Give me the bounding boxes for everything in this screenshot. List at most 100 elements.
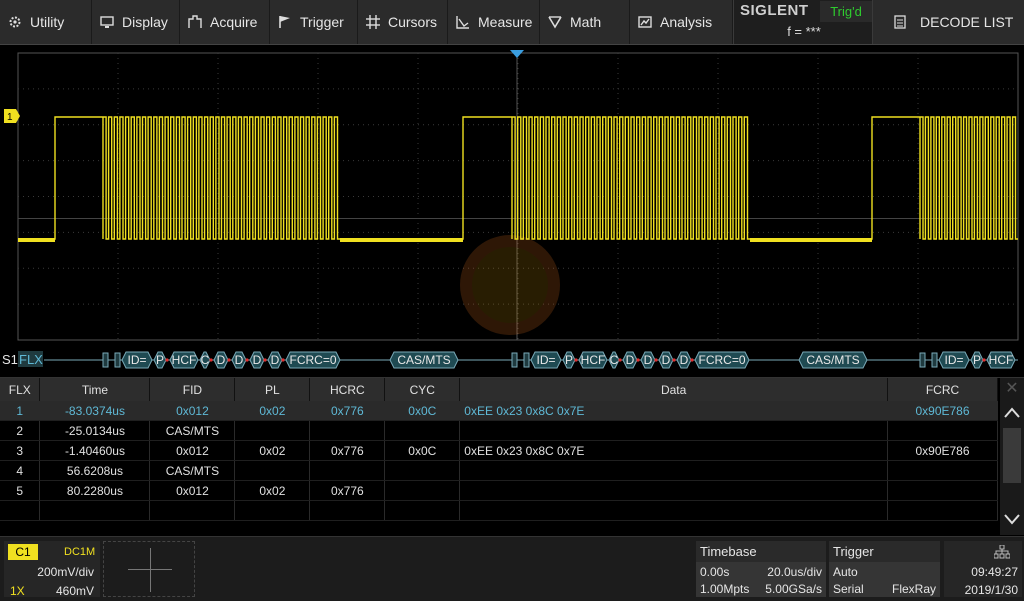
trigger-label: Trigger — [300, 14, 344, 30]
brand-status-panel: SIGLENT Trig'd f = *** — [733, 0, 873, 44]
math-label: Math — [570, 14, 602, 30]
cursors-menu-button[interactable]: Cursors — [358, 0, 448, 44]
waveform-display[interactable]: 1 S1 FLX ID= P HCF C D D D D FCRC=0 CAS/MTS ID= P HC… — [0, 45, 1024, 375]
bus-error-dot — [227, 358, 231, 362]
table-row[interactable] — [0, 500, 999, 521]
status-bar: C1 DC1M 200mV/div 1X 460mV Timebase 0.00… — [0, 536, 1024, 601]
column-header: FCRC — [887, 378, 999, 401]
measure-icon — [456, 16, 469, 29]
trigger-values: Auto Serial FlexRay — [829, 562, 940, 597]
network-icon — [994, 545, 1010, 559]
bus-packet-label: D — [626, 353, 635, 367]
math-menu-button[interactable]: Math — [540, 0, 630, 44]
scroll-up-icon[interactable] — [1003, 406, 1021, 420]
column-header: PL — [234, 378, 311, 401]
table-cell — [887, 500, 999, 521]
utility-menu-button[interactable]: Utility — [0, 0, 92, 44]
frame-start-marker — [511, 352, 518, 368]
bus-packet-label: CAS/MTS — [806, 353, 859, 367]
frame-start-marker — [919, 352, 926, 368]
table-cell: 0x776 — [309, 440, 386, 461]
bus-packet-label: ID= — [536, 353, 555, 367]
table-cell: 0x776 — [309, 401, 386, 421]
table-cell — [384, 420, 461, 441]
ch1-marker-label: 1 — [7, 112, 13, 123]
ch1-tag: C1 — [8, 544, 38, 560]
table-cell — [459, 480, 888, 501]
scroll-thumb[interactable] — [1003, 428, 1021, 483]
bus-packet-label: D — [253, 353, 262, 367]
display-menu-button[interactable]: Display — [92, 0, 180, 44]
table-cell — [384, 500, 461, 521]
bus-error-dot — [636, 358, 640, 362]
table-cell — [309, 460, 386, 481]
table-cell — [309, 420, 386, 441]
acquire-label: Acquire — [210, 14, 258, 30]
bus-error-dot — [574, 358, 578, 362]
analysis-menu-button[interactable]: Analysis — [630, 0, 733, 44]
measure-label: Measure — [478, 14, 533, 30]
trigger-source: FlexRay — [891, 582, 936, 596]
ch1-info-box[interactable]: C1 DC1M 200mV/div 1X 460mV — [4, 541, 100, 598]
table-cell — [39, 500, 151, 521]
bus-packet-label: CAS/MTS — [397, 353, 450, 367]
bus-packet-label: FCRC=0 — [289, 353, 336, 367]
trigger-panel[interactable]: Trigger Auto Serial FlexRay — [829, 541, 940, 597]
table-cell — [149, 500, 236, 521]
clock-time: 09:49:27 — [971, 565, 1018, 579]
table-scrollbar[interactable]: ✕ — [1000, 378, 1024, 535]
bus-packet-label: HCF — [172, 353, 197, 367]
bus-packet-label: C — [201, 353, 210, 367]
table-cell: 2 — [0, 420, 41, 441]
table-cell — [459, 420, 888, 441]
timebase-panel[interactable]: Timebase 0.00s 20.0us/div 1.00Mpts 5.00G… — [696, 541, 826, 597]
bus-packet-label: P — [156, 353, 164, 367]
timebase-tdiv: 20.0us/div — [767, 565, 822, 579]
gear-icon — [9, 16, 21, 28]
table-cell — [459, 460, 888, 481]
table-row[interactable]: 2 -25.0134us CAS/MTS — [0, 420, 999, 441]
bus-packet-label: FCRC=0 — [698, 353, 745, 367]
table-cell: 0x02 — [234, 401, 311, 421]
bus-packet-label: ID= — [944, 353, 963, 367]
column-header: FID — [149, 378, 236, 401]
table-header-row: FLX Time FID PL HCRC CYC Data FCRC — [0, 378, 999, 401]
table-row[interactable]: 1 -83.0374us 0x012 0x02 0x776 0x0C 0xEE 0x23 0… — [0, 401, 999, 421]
analysis-label: Analysis — [660, 14, 713, 30]
bus-decode-row: ID= P HCF C D D D D FCRC=0 CAS/MTS ID= P HCF C D D D D FCR… — [44, 351, 1018, 369]
bus-error-dot — [263, 358, 267, 362]
frame-marker — [114, 352, 121, 368]
table-cell — [234, 420, 311, 441]
table-cell: CAS/MTS — [149, 420, 236, 441]
plus-icon-vertical — [150, 548, 151, 592]
bus-s1-label: S1 — [2, 352, 18, 367]
bus-error-dot — [690, 358, 694, 362]
bus-packet-label: D — [680, 353, 689, 367]
measure-menu-button[interactable]: Measure — [448, 0, 540, 44]
timebase-memory: 1.00Mpts — [700, 582, 750, 596]
monitor-icon — [100, 15, 114, 28]
table-row[interactable]: 3 -1.40460us 0x012 0x02 0x776 0x0C 0xEE 0x23 0… — [0, 440, 999, 461]
bus-packet-label: D — [271, 353, 280, 367]
bus-error-dot — [654, 358, 658, 362]
decode-list-button[interactable]: DECODE LIST — [876, 0, 1024, 44]
math-icon — [548, 16, 562, 29]
table-row[interactable]: 4 56.6208us CAS/MTS — [0, 460, 999, 481]
table-cell: -83.0374us — [39, 401, 151, 421]
scroll-down-icon[interactable] — [1003, 512, 1021, 526]
table-row[interactable]: 5 80.2280us 0x012 0x02 0x776 — [0, 480, 999, 501]
table-cell — [384, 480, 461, 501]
acquire-menu-button[interactable]: Acquire — [180, 0, 270, 44]
trigger-menu-button[interactable]: Trigger — [270, 0, 358, 44]
column-header: CYC — [384, 378, 461, 401]
bus-error-dot — [618, 358, 622, 362]
table-cell: -1.40460us — [39, 440, 151, 461]
watermark-logo — [460, 235, 560, 335]
add-channel-button[interactable] — [103, 541, 195, 597]
bus-packet-label: C — [610, 353, 619, 367]
trigger-position-marker[interactable] — [510, 50, 524, 58]
close-icon[interactable]: ✕ — [1003, 380, 1021, 398]
table-cell: 1 — [0, 401, 41, 421]
table-cell: 0xEE 0x23 0x8C 0x7E — [459, 440, 888, 461]
waveform-canvas: 1 S1 FLX ID= P HCF C D D D D FCRC=0 CAS/MTS ID= P HC… — [2, 50, 1019, 369]
